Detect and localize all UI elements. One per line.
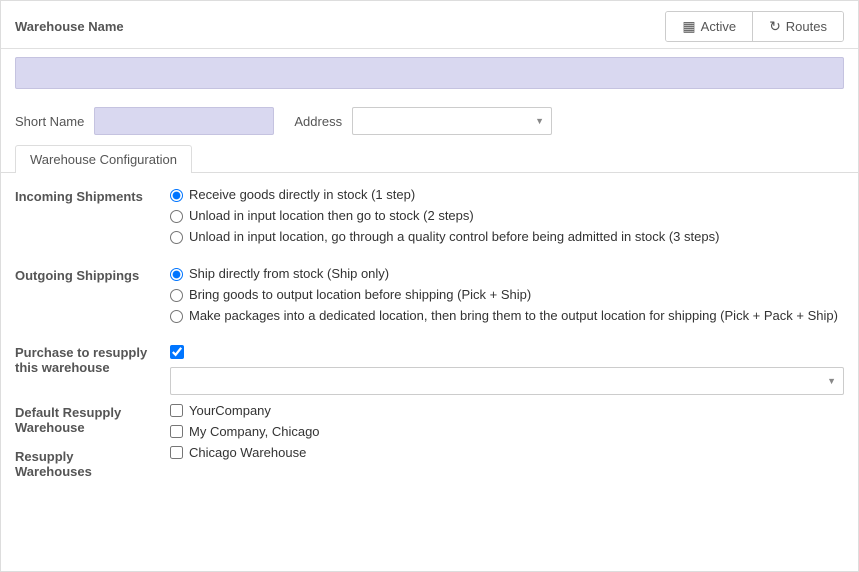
outgoing-radio-1[interactable]	[170, 268, 183, 281]
address-group: Address	[294, 107, 552, 135]
warehouse-name-row	[1, 49, 858, 97]
outgoing-option-3[interactable]: Make packages into a dedicated location,…	[170, 308, 844, 323]
purchase-checkbox-row	[170, 345, 844, 359]
address-select[interactable]	[352, 107, 552, 135]
tab-section: Warehouse Configuration	[1, 145, 858, 173]
incoming-option-1[interactable]: Receive goods directly in stock (1 step)	[170, 187, 844, 202]
address-select-wrapper	[352, 107, 552, 135]
header-row: Warehouse Name ▦ Active ↻ Routes	[1, 1, 858, 49]
main-container: Warehouse Name ▦ Active ↻ Routes Short N…	[0, 0, 859, 572]
incoming-option-2[interactable]: Unload in input location then go to stoc…	[170, 208, 844, 223]
outgoing-option-2[interactable]: Bring goods to output location before sh…	[170, 287, 844, 302]
outgoing-option-1[interactable]: Ship directly from stock (Ship only)	[170, 266, 844, 281]
default-resupply-dropdown-row	[170, 367, 844, 395]
outgoing-shippings-options: Ship directly from stock (Ship only) Bri…	[170, 266, 844, 329]
tab-bar: Warehouse Configuration	[15, 145, 844, 173]
warehouse-checkbox-chicago-warehouse[interactable]: Chicago Warehouse	[170, 445, 844, 460]
resupply-warehouses-label: Resupply Warehouses	[15, 449, 170, 479]
active-button[interactable]: ▦ Active	[666, 12, 753, 41]
default-resupply-label: Default Resupply Warehouse	[15, 405, 170, 435]
default-resupply-select[interactable]	[170, 367, 844, 395]
incoming-option-3[interactable]: Unload in input location, go through a q…	[170, 229, 844, 244]
outgoing-radio-3[interactable]	[170, 310, 183, 323]
short-name-group: Short Name	[15, 107, 274, 135]
outgoing-radio-2[interactable]	[170, 289, 183, 302]
checkbox-my-company-chicago[interactable]	[170, 425, 183, 438]
header-buttons-group: ▦ Active ↻ Routes	[665, 11, 844, 42]
incoming-shipments-options: Receive goods directly in stock (1 step)…	[170, 187, 844, 250]
routes-button[interactable]: ↻ Routes	[753, 12, 843, 41]
warehouse-name-label: Warehouse Name	[15, 19, 124, 34]
checkbox-yourcompany[interactable]	[170, 404, 183, 417]
short-name-input[interactable]	[94, 107, 274, 135]
tab-warehouse-configuration[interactable]: Warehouse Configuration	[15, 145, 192, 173]
outgoing-shippings-row: Outgoing Shippings Ship directly from st…	[15, 266, 844, 329]
outgoing-shippings-label: Outgoing Shippings	[15, 266, 170, 283]
incoming-shipments-row: Incoming Shipments Receive goods directl…	[15, 187, 844, 250]
resupply-labels: Purchase to resupply this warehouse Defa…	[15, 345, 170, 481]
resupply-section: Purchase to resupply this warehouse Defa…	[15, 345, 844, 481]
checkbox-chicago-warehouse[interactable]	[170, 446, 183, 459]
purchase-resupply-label: Purchase to resupply this warehouse	[15, 345, 170, 375]
routes-icon: ↻	[769, 18, 781, 35]
warehouse-checkbox-yourcompany[interactable]: YourCompany	[170, 403, 844, 418]
warehouse-checkbox-chicago[interactable]: My Company, Chicago	[170, 424, 844, 439]
incoming-radio-2[interactable]	[170, 210, 183, 223]
default-resupply-select-wrapper	[170, 367, 844, 395]
fields-row: Short Name Address	[1, 97, 858, 145]
incoming-radio-1[interactable]	[170, 189, 183, 202]
purchase-resupply-checkbox[interactable]	[170, 345, 184, 359]
incoming-radio-3[interactable]	[170, 231, 183, 244]
config-content: Incoming Shipments Receive goods directl…	[1, 173, 858, 495]
warehouse-name-input[interactable]	[15, 57, 844, 89]
address-label: Address	[294, 114, 342, 129]
short-name-label: Short Name	[15, 114, 84, 129]
active-icon: ▦	[682, 18, 695, 35]
resupply-controls: YourCompany My Company, Chicago Chicago …	[170, 345, 844, 466]
warehouse-checkboxes: YourCompany My Company, Chicago Chicago …	[170, 403, 844, 460]
incoming-shipments-label: Incoming Shipments	[15, 187, 170, 204]
